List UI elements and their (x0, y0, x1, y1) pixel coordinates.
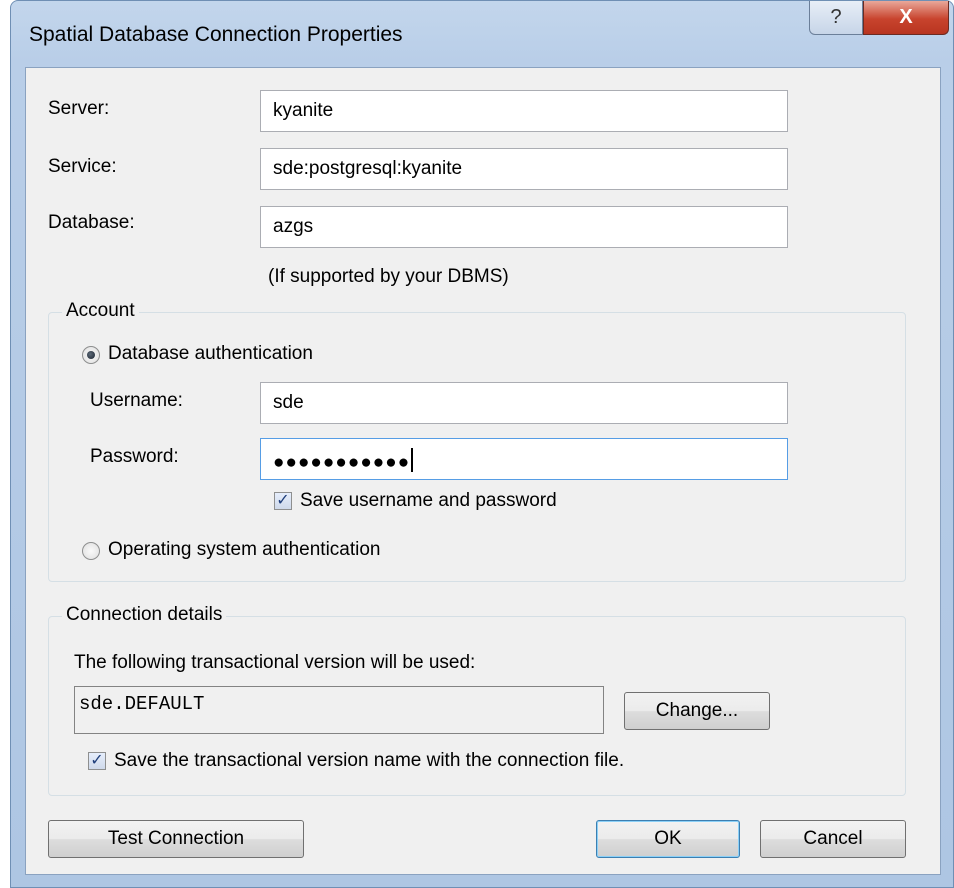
os-auth-radio[interactable] (82, 542, 100, 560)
password-masked-value: ●●●●●●●●●●● (273, 452, 411, 473)
password-label: Password: (90, 446, 179, 467)
database-label: Database: (48, 212, 135, 233)
connection-details-group-title: Connection details (62, 604, 227, 626)
ok-button[interactable]: OK (596, 820, 740, 858)
server-input[interactable]: kyanite (260, 90, 788, 132)
close-button[interactable]: X (863, 1, 949, 35)
os-auth-label[interactable]: Operating system authentication (108, 539, 381, 561)
account-group-title: Account (62, 300, 139, 322)
service-input[interactable]: sde:postgresql:kyanite (260, 148, 788, 190)
cancel-button[interactable]: Cancel (760, 820, 906, 858)
server-label: Server: (48, 98, 110, 119)
username-input[interactable]: sde (260, 382, 788, 424)
help-icon: ? (830, 6, 842, 28)
save-credentials-label[interactable]: Save username and password (300, 490, 557, 512)
dialog-client-area: Server: kyanite Service: sde:postgresql:… (25, 67, 941, 875)
text-caret (411, 448, 414, 472)
dialog-window: Spatial Database Connection Properties ?… (10, 0, 954, 888)
save-credentials-checkbox[interactable]: ✓ (274, 492, 292, 510)
checkmark-icon: ✓ (90, 752, 104, 769)
checkmark-icon: ✓ (276, 492, 290, 509)
version-description: The following transactional version will… (74, 652, 476, 673)
window-title: Spatial Database Connection Properties (29, 23, 403, 46)
close-icon: X (899, 6, 913, 28)
change-version-button[interactable]: Change... (624, 692, 770, 730)
username-label: Username: (90, 390, 183, 411)
password-input[interactable]: ●●●●●●●●●●● (260, 438, 788, 480)
save-version-label[interactable]: Save the transactional version name with… (114, 750, 624, 772)
help-button[interactable]: ? (809, 1, 863, 35)
save-version-checkbox[interactable]: ✓ (88, 752, 106, 770)
database-note: (If supported by your DBMS) (268, 266, 509, 287)
database-auth-label[interactable]: Database authentication (108, 343, 313, 365)
test-connection-button[interactable]: Test Connection (48, 820, 304, 858)
database-input[interactable]: azgs (260, 206, 788, 248)
database-auth-radio[interactable] (82, 346, 100, 364)
transactional-version-field: sde.DEFAULT (74, 686, 604, 734)
service-label: Service: (48, 156, 117, 177)
